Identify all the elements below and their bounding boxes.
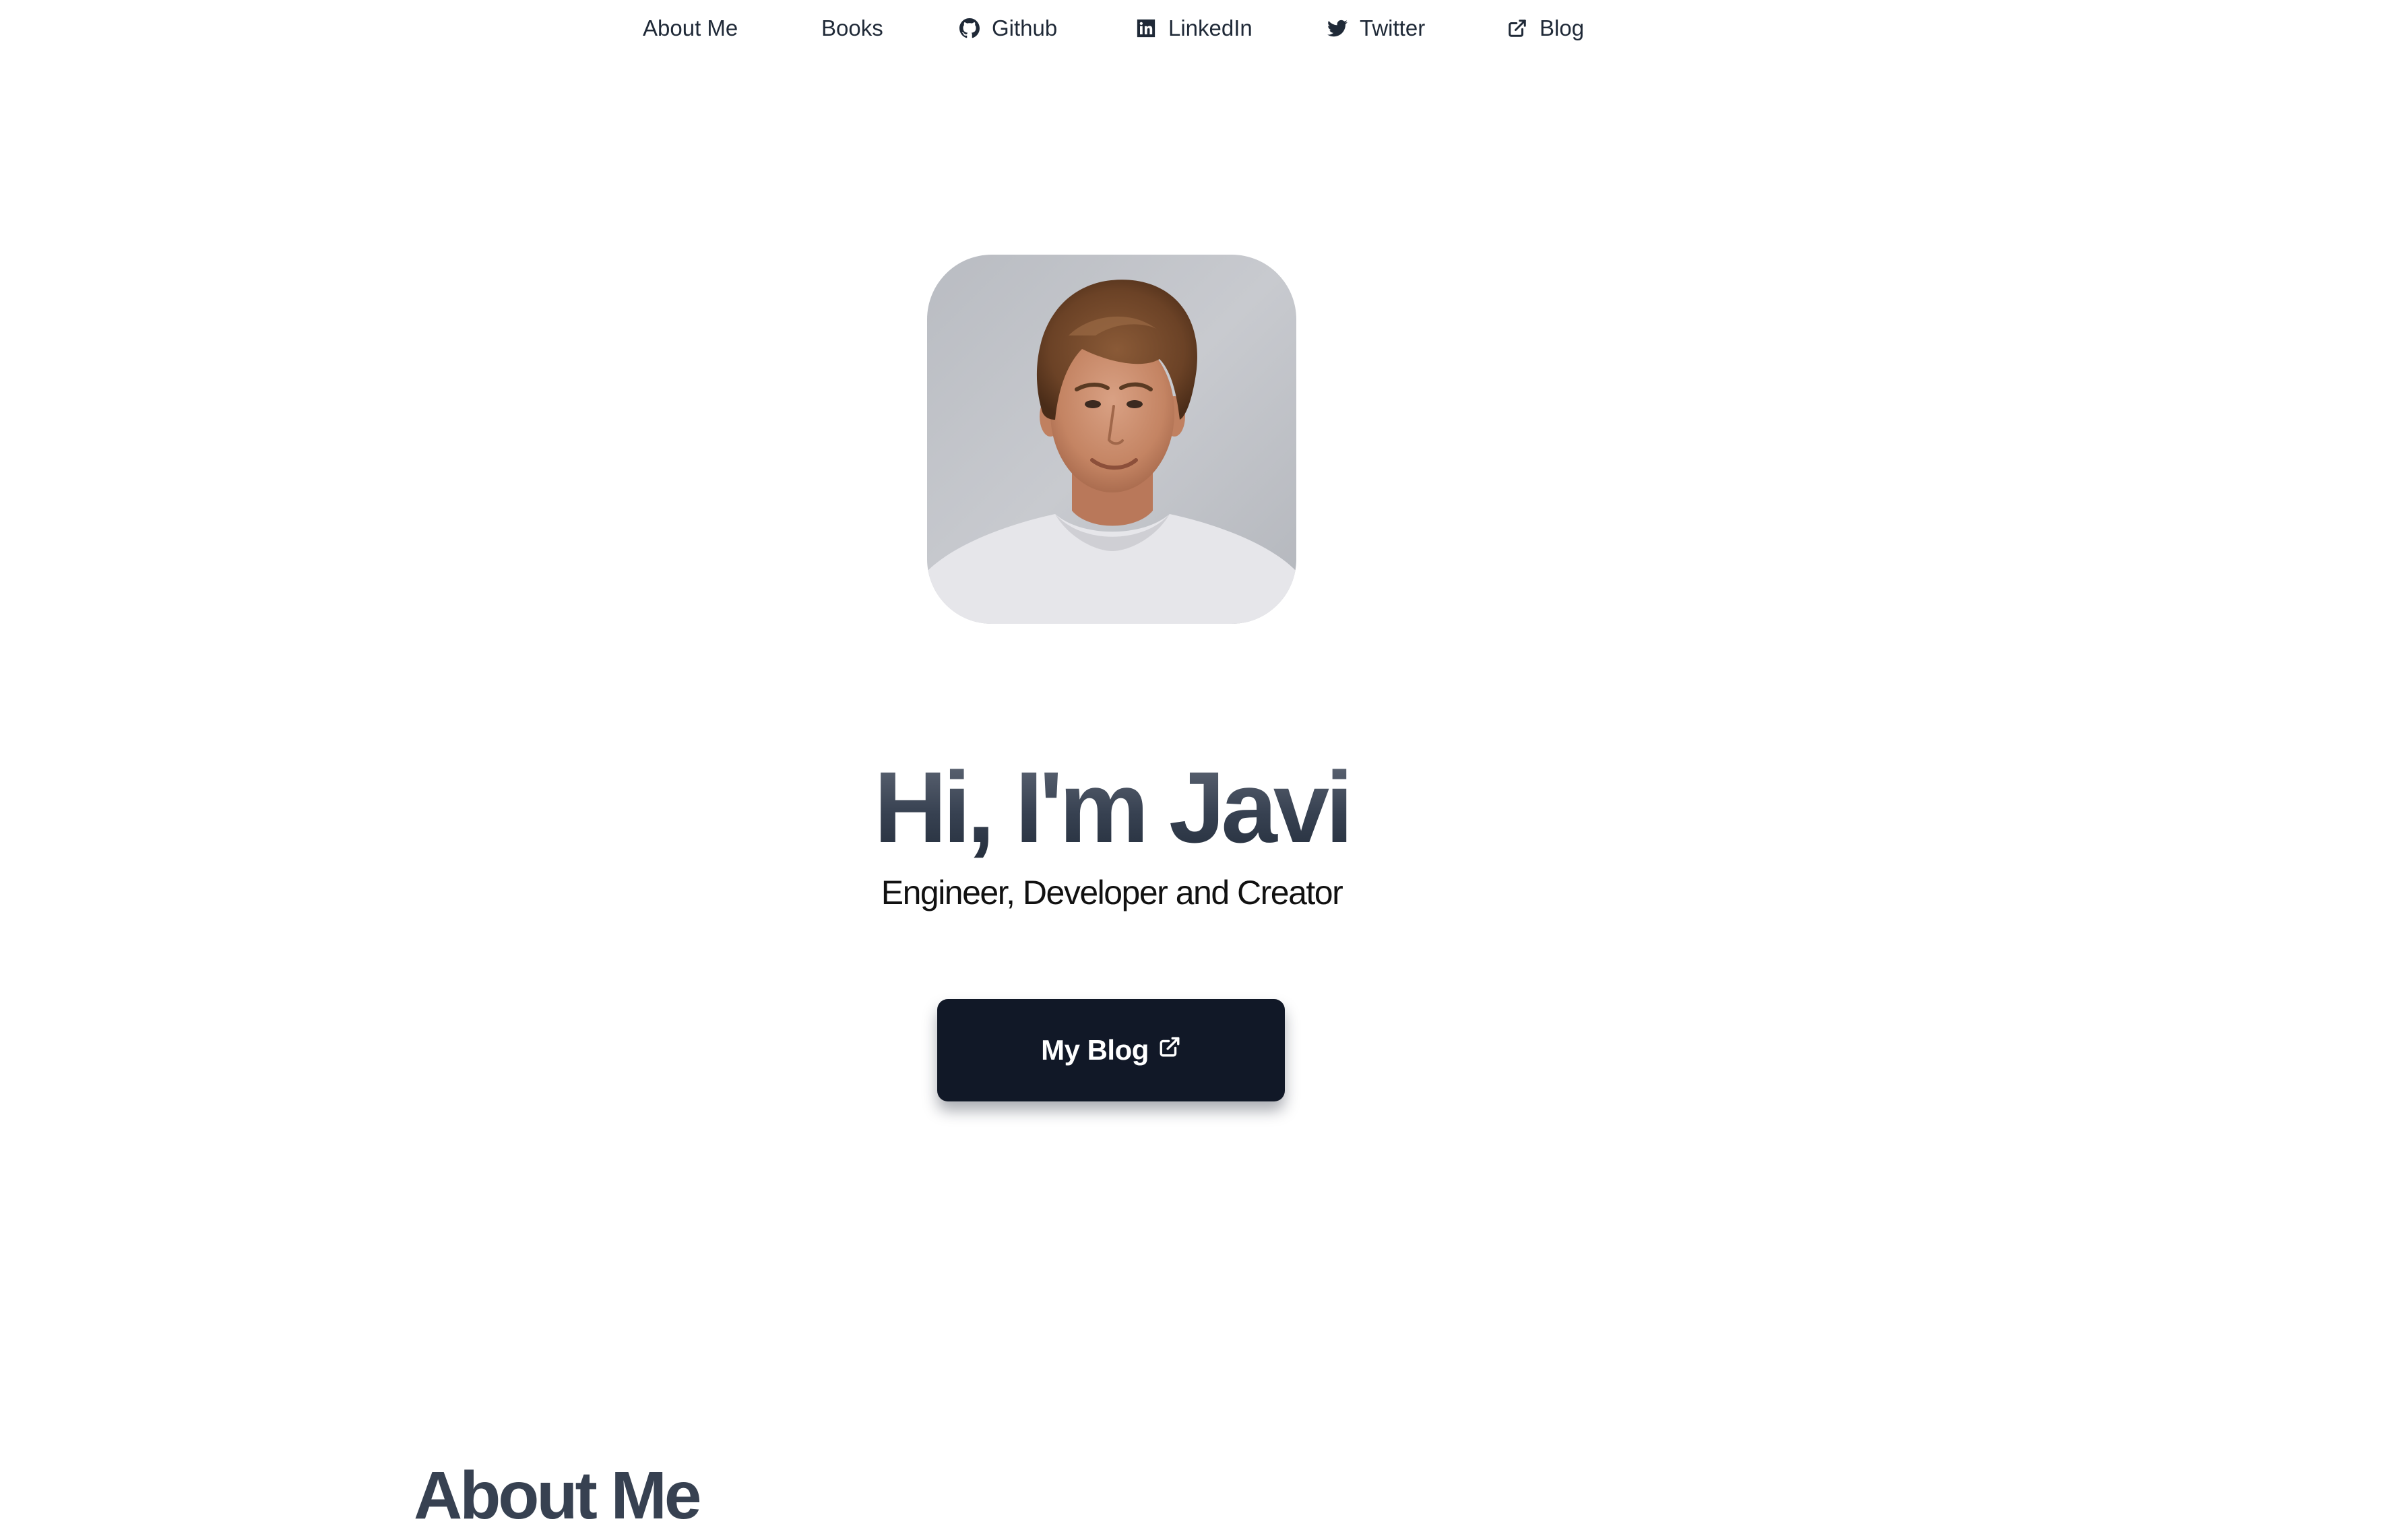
portrait-illustration: [927, 255, 1296, 624]
page: About Me Books Github LinkedIn Twitter B…: [0, 0, 2408, 1540]
nav-link-linkedin[interactable]: LinkedIn: [1136, 9, 1253, 47]
nav-link-blog[interactable]: Blog: [1507, 9, 1584, 47]
nav-link-twitter[interactable]: Twitter: [1327, 9, 1425, 47]
nav-link-label: LinkedIn: [1168, 15, 1253, 40]
external-link-icon: [1160, 1037, 1180, 1057]
nav-link-label: Blog: [1540, 15, 1585, 40]
nav-link-github[interactable]: Github: [959, 9, 1057, 47]
nav-link-label: About Me: [643, 15, 738, 40]
external-link-icon: [1509, 20, 1526, 37]
nav-link-label: Github: [992, 15, 1058, 40]
nav-link-label: Books: [821, 15, 883, 40]
linkedin-icon: [1137, 19, 1155, 38]
github-icon: [959, 18, 980, 38]
hero-title: Hi, I'm Javi: [0, 740, 2223, 874]
nav-link-about-me[interactable]: About Me: [643, 9, 738, 47]
profile-photo: [927, 255, 1296, 624]
nav-link-books[interactable]: Books: [821, 9, 883, 47]
twitter-icon: [1327, 20, 1348, 37]
my-blog-button[interactable]: My Blog: [937, 999, 1285, 1101]
hero-subtitle: Engineer, Developer and Creator: [881, 874, 1343, 911]
top-nav: About Me Books Github LinkedIn Twitter B…: [0, 9, 2408, 47]
my-blog-button-label: My Blog: [1041, 1034, 1149, 1066]
about-me-heading: About Me: [414, 1458, 701, 1533]
nav-link-label: Twitter: [1360, 15, 1426, 40]
